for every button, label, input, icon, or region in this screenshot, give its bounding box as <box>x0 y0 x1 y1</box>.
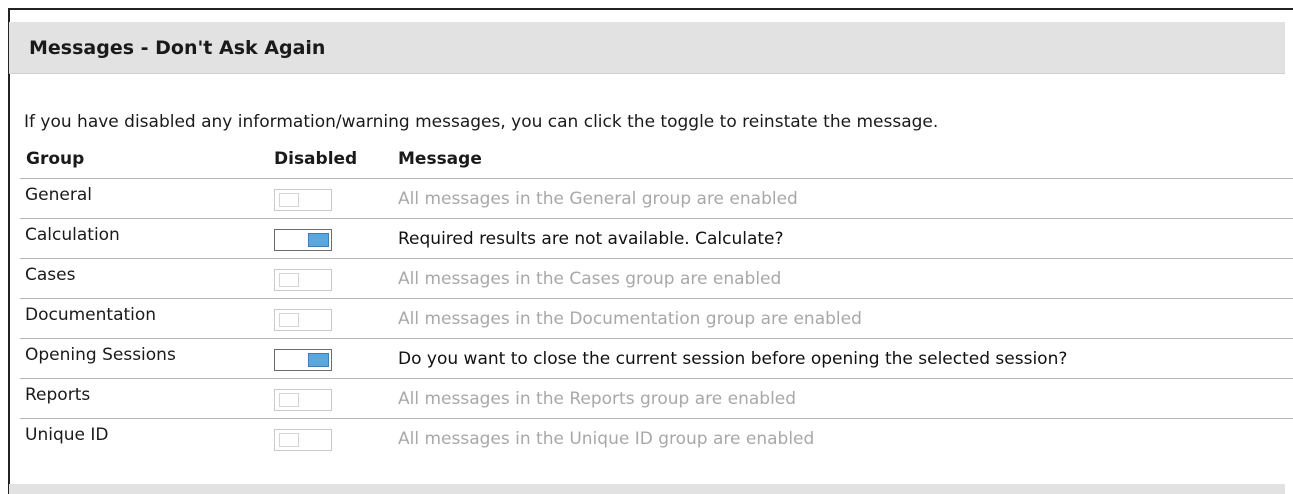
disabled-toggle[interactable] <box>274 269 332 291</box>
column-header-group: Group <box>26 149 85 169</box>
messages-table: General All messages in the General grou… <box>20 178 1293 458</box>
row-group-label: Calculation <box>25 225 120 245</box>
toggle-knob <box>279 273 299 287</box>
row-group-label: Unique ID <box>25 425 109 445</box>
table-row: Opening Sessions Do you want to close th… <box>20 338 1293 378</box>
table-row: General All messages in the General grou… <box>20 178 1293 218</box>
table-row: Cases All messages in the Cases group ar… <box>20 258 1293 298</box>
row-group-label: Reports <box>25 385 91 405</box>
table-row: Documentation All messages in the Docume… <box>20 298 1293 338</box>
table-row: Reports All messages in the Reports grou… <box>20 378 1293 418</box>
row-message: All messages in the General group are en… <box>398 189 798 209</box>
toggle-knob <box>279 433 299 447</box>
row-group-label: Opening Sessions <box>25 345 176 365</box>
row-group-label: Cases <box>25 265 76 285</box>
column-header-disabled: Disabled <box>274 149 358 169</box>
toggle-knob <box>279 313 299 327</box>
disabled-toggle[interactable] <box>274 309 332 331</box>
row-message: All messages in the Unique ID group are … <box>398 429 815 449</box>
toggle-knob <box>308 233 329 247</box>
table-row: Unique ID All messages in the Unique ID … <box>20 418 1293 458</box>
disabled-toggle[interactable] <box>274 389 332 411</box>
toggle-knob <box>308 353 329 367</box>
row-message: Do you want to close the current session… <box>398 349 1068 369</box>
row-group-label: General <box>25 185 92 205</box>
toggle-knob <box>279 393 299 407</box>
row-message: All messages in the Documentation group … <box>398 309 862 329</box>
row-message: Required results are not available. Calc… <box>398 229 784 249</box>
column-header-message: Message <box>398 149 482 169</box>
section-header: Messages - Don't Ask Again <box>9 22 1285 74</box>
next-section-header <box>9 484 1285 494</box>
disabled-toggle[interactable] <box>274 349 332 371</box>
section-title: Messages - Don't Ask Again <box>29 37 326 59</box>
disabled-toggle[interactable] <box>274 429 332 451</box>
disabled-toggle[interactable] <box>274 229 332 251</box>
row-message: All messages in the Cases group are enab… <box>398 269 782 289</box>
disabled-toggle[interactable] <box>274 189 332 211</box>
intro-text: If you have disabled any information/war… <box>24 112 939 132</box>
table-row: Calculation Required results are not ava… <box>20 218 1293 258</box>
row-group-label: Documentation <box>25 305 157 325</box>
toggle-knob <box>279 193 299 207</box>
row-message: All messages in the Reports group are en… <box>398 389 797 409</box>
